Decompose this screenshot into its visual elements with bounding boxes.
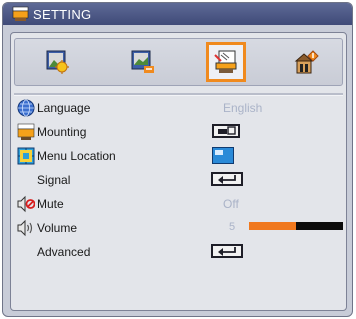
signal-label: Signal: [37, 173, 71, 187]
display-settings-icon: [131, 50, 154, 73]
mount-glyph: [218, 126, 236, 135]
front-desktop-icon[interactable]: [212, 124, 240, 138]
tab-options[interactable]: [287, 42, 327, 82]
image-settings-icon: [46, 50, 69, 74]
menu-row-signal[interactable]: Signal: [11, 169, 346, 193]
language-value[interactable]: English: [223, 101, 262, 115]
menu-row-menu-location[interactable]: Menu Location: [11, 145, 346, 169]
tab-bar: [14, 38, 343, 86]
setting-window: SETTING Language English Mounting Menu L…: [2, 2, 353, 317]
menu-row-language[interactable]: Language English: [11, 97, 346, 121]
enter-icon: [218, 247, 236, 256]
options-settings-icon: [294, 50, 319, 74]
tab-setting[interactable]: [206, 42, 246, 82]
volume-slider-fill: [249, 222, 296, 230]
title-bar: SETTING: [3, 3, 352, 25]
menu-row-advanced[interactable]: Advanced: [11, 241, 346, 265]
mute-value[interactable]: Off: [223, 197, 239, 211]
menu-location-label: Menu Location: [37, 149, 116, 163]
menu-location-marker: [215, 150, 223, 155]
menu-row-volume[interactable]: Volume 5: [11, 217, 346, 241]
mute-speaker-icon: [17, 195, 35, 213]
menu-row-mute[interactable]: Mute Off: [11, 193, 346, 217]
globe-icon: [17, 99, 35, 117]
setting-icon: [12, 6, 29, 21]
speaker-volume-icon: [17, 219, 33, 237]
mounting-label: Mounting: [37, 125, 87, 139]
tab-divider: [14, 93, 343, 96]
window-title: SETTING: [33, 7, 92, 22]
top-left-position-icon[interactable]: [212, 147, 234, 164]
menu-row-mounting[interactable]: Mounting: [11, 121, 346, 145]
volume-label: Volume: [37, 221, 78, 235]
mute-label: Mute: [37, 197, 64, 211]
tab-display[interactable]: [123, 42, 163, 82]
volume-slider[interactable]: [249, 222, 343, 230]
advanced-enter-button[interactable]: [211, 244, 243, 258]
advanced-label: Advanced: [37, 245, 91, 259]
signal-enter-button[interactable]: [211, 172, 243, 186]
setting-settings-icon: [214, 50, 237, 73]
menu-panel: Language English Mounting Menu Location …: [10, 32, 347, 311]
menu-location-icon: [17, 147, 35, 165]
enter-icon: [218, 175, 236, 184]
volume-value: 5: [229, 221, 236, 233]
tab-image[interactable]: [38, 42, 78, 82]
projector-mount-icon: [17, 123, 35, 140]
language-label: Language: [37, 101, 91, 115]
